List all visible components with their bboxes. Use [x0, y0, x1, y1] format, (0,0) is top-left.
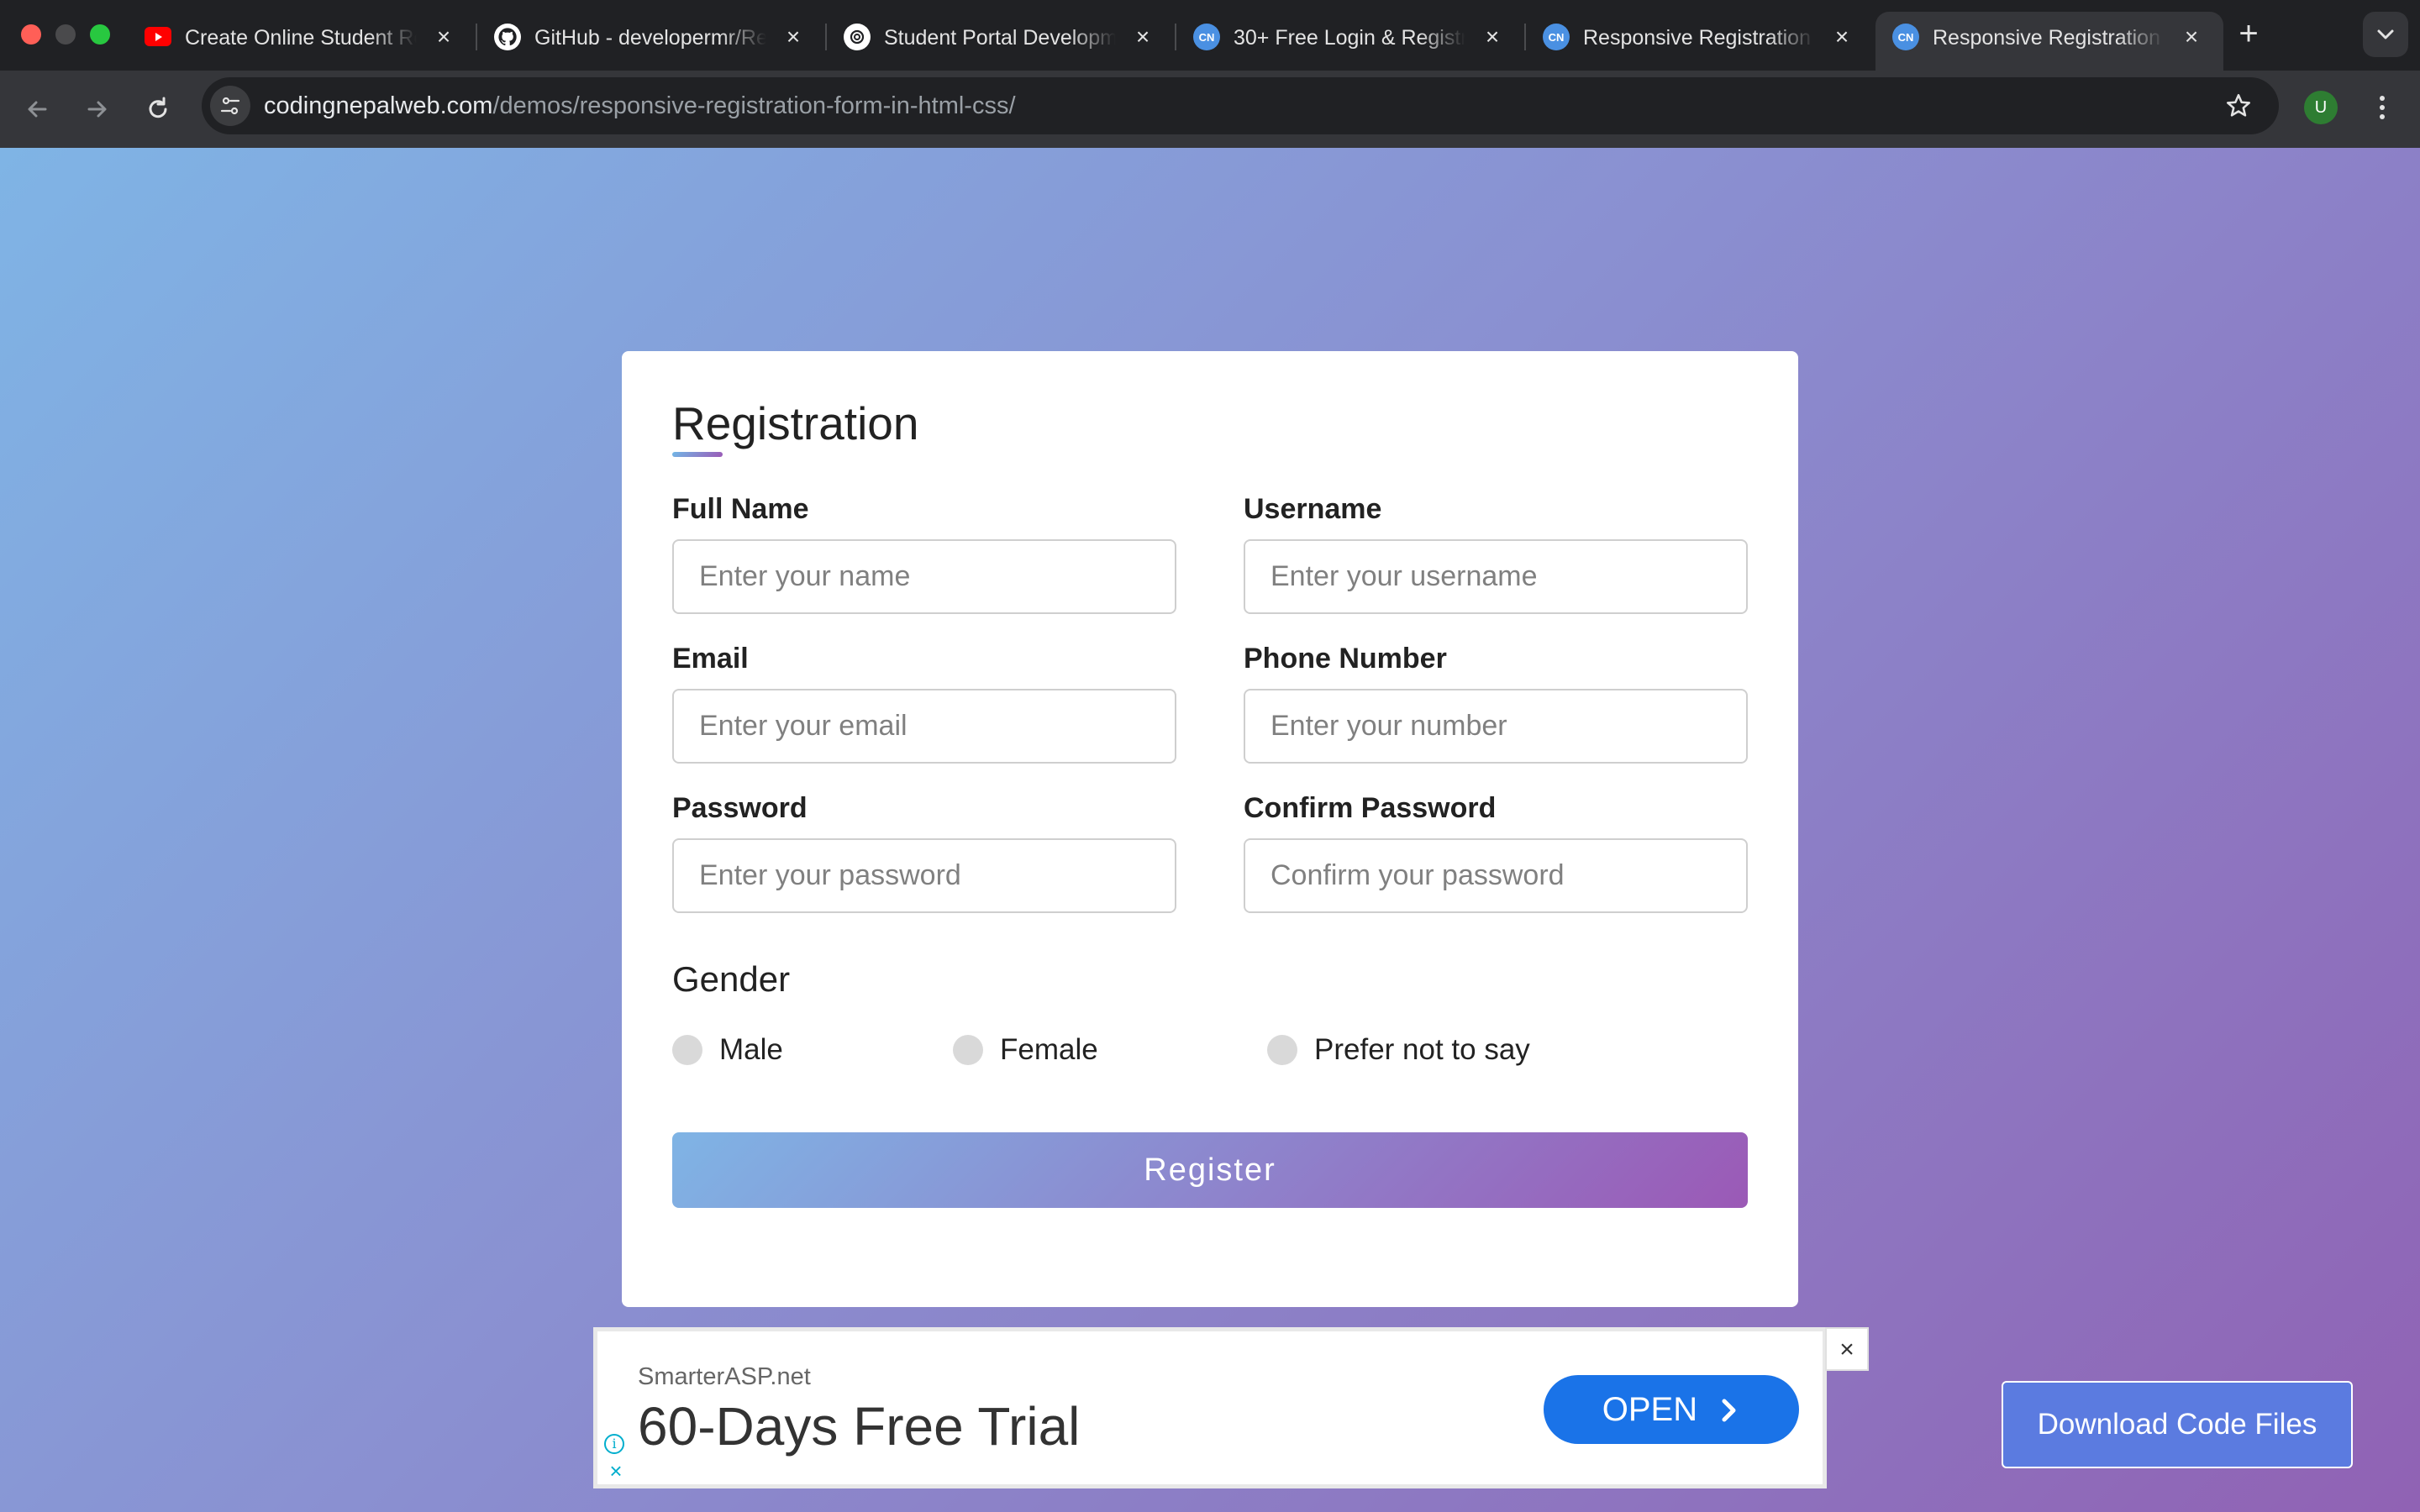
radio-label: Male [719, 1033, 783, 1066]
email-input[interactable] [672, 689, 1176, 764]
browser-tab-active[interactable]: CN Responsive Registration Form × [1876, 12, 2223, 71]
forward-button[interactable] [76, 87, 119, 131]
close-tab-icon[interactable]: × [2176, 22, 2207, 52]
close-tab-icon[interactable]: × [1827, 22, 1857, 52]
title-underline [672, 452, 723, 457]
page-viewport: Registration Full Name Username Email Ph… [0, 148, 2420, 1512]
arrow-left-icon [28, 101, 47, 118]
chevron-right-icon [1722, 1399, 1736, 1422]
ad-open-label: OPEN [1602, 1391, 1698, 1428]
github-icon [494, 24, 521, 50]
codingnepal-icon: CN [1193, 24, 1220, 50]
reload-icon [149, 97, 167, 118]
back-button[interactable] [15, 87, 59, 131]
ad-info-icon[interactable]: i [604, 1434, 624, 1454]
radio-label: Prefer not to say [1314, 1033, 1530, 1066]
bookmark-star-icon[interactable] [2222, 89, 2255, 123]
window-close-button[interactable] [21, 24, 41, 45]
ad-close-button[interactable]: × [1825, 1327, 1869, 1371]
arrow-right-icon [87, 101, 107, 118]
phone-label: Phone Number [1244, 643, 1447, 675]
gender-option-male[interactable]: Male [672, 1033, 783, 1067]
full-name-field: Full Name [672, 491, 1176, 614]
username-field: Username [1244, 491, 1748, 614]
tab-title: Student Portal Development [884, 26, 1116, 50]
radio-button[interactable] [1267, 1035, 1297, 1065]
tab-title: Responsive Registration Form [1933, 26, 2165, 50]
radio-button[interactable] [672, 1035, 702, 1065]
url-text[interactable]: codingnepalweb.com/demos/responsive-regi… [264, 77, 1016, 134]
window-minimize-button[interactable] [55, 24, 76, 45]
browser-tab[interactable]: Create Online Student Registration × [128, 12, 476, 71]
browser-menu-button[interactable] [2368, 87, 2396, 128]
confirm-password-input[interactable] [1244, 838, 1748, 913]
close-tab-icon[interactable]: × [1128, 22, 1158, 52]
password-label: Password [672, 792, 808, 824]
openai-icon [844, 24, 871, 50]
close-tab-icon[interactable]: × [778, 22, 808, 52]
download-code-button[interactable]: Download Code Files [2002, 1381, 2353, 1468]
ad-dismiss-icon[interactable]: × [606, 1460, 626, 1482]
ad-headline: 60-Days Free Trial [638, 1396, 1081, 1457]
radio-label: Female [1000, 1033, 1098, 1066]
site-info-icon[interactable] [210, 86, 250, 126]
email-field: Email [672, 640, 1176, 764]
close-tab-icon[interactable]: × [429, 22, 459, 52]
gender-option-female[interactable]: Female [953, 1033, 1098, 1067]
tab-title: Responsive Registration Form [1583, 26, 1815, 50]
username-label: Username [1244, 493, 1382, 525]
tab-title: 30+ Free Login & Registration Forms [1234, 26, 1465, 50]
tab-search-button[interactable] [2363, 12, 2408, 57]
reload-button[interactable] [136, 87, 180, 131]
phone-field: Phone Number [1244, 640, 1748, 764]
confirm-password-field: Confirm Password [1244, 790, 1748, 913]
window-maximize-button[interactable] [90, 24, 110, 45]
ad-banner[interactable]: SmarterASP.net 60-Days Free Trial OPEN i… [593, 1327, 1827, 1488]
profile-avatar[interactable]: U [2304, 91, 2338, 124]
browser-tab[interactable]: Student Portal Development × [827, 12, 1175, 71]
new-tab-button[interactable]: + [2230, 15, 2267, 52]
url-path: /demos/responsive-registration-form-in-h… [492, 92, 1016, 119]
form-title: Registration [672, 397, 919, 449]
tab-strip: Create Online Student Registration × Git… [0, 0, 2420, 71]
phone-input[interactable] [1244, 689, 1748, 764]
full-name-label: Full Name [672, 493, 809, 525]
password-field: Password [672, 790, 1176, 913]
confirm-password-label: Confirm Password [1244, 792, 1497, 824]
register-button[interactable]: Register [672, 1132, 1748, 1208]
browser-tab[interactable]: CN 30+ Free Login & Registration Forms × [1176, 12, 1524, 71]
registration-card: Registration Full Name Username Email Ph… [622, 351, 1798, 1307]
youtube-icon [145, 27, 171, 46]
username-input[interactable] [1244, 539, 1748, 614]
address-bar[interactable]: codingnepalweb.com/demos/responsive-regi… [202, 77, 2279, 134]
gender-option-prefer-not[interactable]: Prefer not to say [1267, 1033, 1530, 1067]
browser-tab[interactable]: CN Responsive Registration Form × [1526, 12, 1874, 71]
email-label: Email [672, 643, 749, 675]
ad-open-button[interactable]: OPEN [1544, 1375, 1799, 1444]
chevron-down-icon [2377, 29, 2394, 39]
gender-title: Gender [672, 959, 791, 999]
browser-tab[interactable]: GitHub - developermr/Registration × [477, 12, 825, 71]
password-input[interactable] [672, 838, 1176, 913]
radio-button[interactable] [953, 1035, 983, 1065]
url-host: codingnepalweb.com [264, 92, 493, 119]
codingnepal-icon: CN [1892, 24, 1919, 50]
tab-title: Create Online Student Registration [185, 26, 417, 50]
codingnepal-icon: CN [1543, 24, 1570, 50]
more-vertical-icon [2380, 96, 2385, 119]
full-name-input[interactable] [672, 539, 1176, 614]
ad-brand: SmarterASP.net [638, 1363, 811, 1390]
close-tab-icon[interactable]: × [1477, 22, 1507, 52]
tab-title: GitHub - developermr/Registration [534, 26, 766, 50]
browser-toolbar: codingnepalweb.com/demos/responsive-regi… [0, 71, 2420, 148]
